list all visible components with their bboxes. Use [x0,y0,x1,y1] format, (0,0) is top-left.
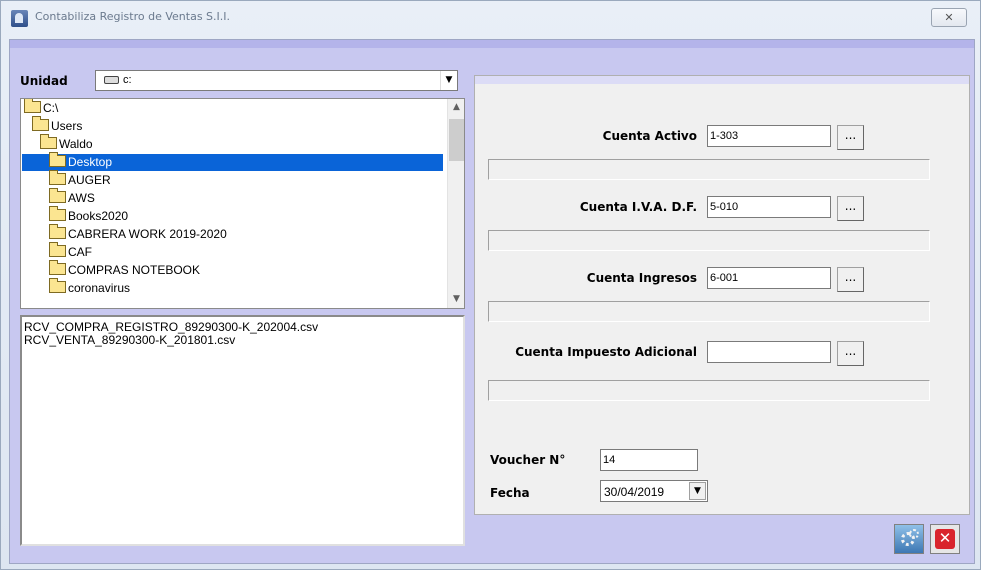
voucher-label: Voucher N° [490,453,566,467]
voucher-input[interactable]: 14 [600,449,698,471]
cuenta-activo-label: Cuenta Activo [602,129,697,143]
app-window: Contabiliza Registro de Ventas S.I.I. ✕ … [0,0,981,570]
file-item[interactable]: RCV_VENTA_89290300-K_201801.csv [24,334,235,347]
cuenta-ingresos-input[interactable]: 6-001 [707,267,831,289]
tree-item-c-root[interactable]: C:\ [24,99,58,117]
cuenta-ingresos-browse-button[interactable]: ... [837,267,864,292]
folder-open-icon [24,99,41,113]
settings-button[interactable] [894,524,924,554]
gear-icon [909,529,919,539]
cuenta-activo-browse-button[interactable]: ... [837,125,864,150]
tree-item-caf[interactable]: CAF [49,242,92,261]
client-header-strip [10,40,974,48]
tree-item-auger[interactable]: AUGER [49,170,111,189]
app-icon [11,10,28,27]
tree-item-books2020[interactable]: Books2020 [49,206,128,225]
cuenta-activo-input[interactable]: 1-303 [707,125,831,147]
title-bar: Contabiliza Registro de Ventas S.I.I. ✕ [1,1,980,35]
tree-scrollbar[interactable]: ▲ ▼ [447,99,464,308]
tree-item-waldo[interactable]: Waldo [40,134,93,153]
cuenta-activo-description [488,159,930,180]
folder-icon [49,224,66,239]
cuenta-impuesto-browse-button[interactable]: ... [837,341,864,366]
tree-item-aws[interactable]: AWS [49,188,95,207]
directory-tree[interactable]: C:\ Users Waldo Desktop AUGER AWS Books2… [20,98,465,309]
cuenta-ingresos-description [488,301,930,322]
cuenta-ingresos-label: Cuenta Ingresos [586,271,697,285]
fecha-date-picker[interactable]: 30/04/2019 ▼ [600,480,708,502]
chevron-down-icon[interactable]: ▼ [689,482,706,500]
chevron-down-icon[interactable]: ▼ [440,71,457,90]
fecha-label: Fecha [490,486,530,500]
cuenta-impuesto-description [488,380,930,401]
tree-item-cabrera-work[interactable]: CABRERA WORK 2019-2020 [49,224,227,243]
accounts-panel: Cuenta Activo 1-303 ... Cuenta I.V.A. D.… [474,75,970,515]
folder-icon [49,170,66,185]
folder-icon [49,206,66,221]
client-area: Unidad c: ▼ C:\ Users Waldo Desktop AUGE… [9,39,975,564]
folder-icon [49,278,66,293]
file-list[interactable]: RCV_COMPRA_REGISTRO_89290300-K_202004.cs… [20,315,465,546]
window-title: Contabiliza Registro de Ventas S.I.I. [35,10,231,23]
folder-open-icon [32,116,49,131]
tree-item-coronavirus[interactable]: coronavirus [49,278,130,297]
drive-select[interactable]: c: ▼ [95,70,458,91]
folder-open-icon [40,134,57,149]
drive-value: c: [123,74,132,86]
fecha-value: 30/04/2019 [604,485,665,499]
folder-icon [49,242,66,257]
cuenta-impuesto-input[interactable] [707,341,831,363]
close-icon: ✕ [935,529,955,549]
tree-item-users[interactable]: Users [32,116,82,135]
scroll-up-icon[interactable]: ▲ [448,99,464,116]
tree-item-compras-notebook[interactable]: COMPRAS NOTEBOOK [49,260,200,279]
panel-header-strip [475,76,969,84]
folder-icon [49,188,66,203]
exit-button[interactable]: ✕ [930,524,960,554]
folder-open-icon [49,152,66,167]
cuenta-impuesto-label: Cuenta Impuesto Adicional [515,345,697,359]
window-close-button[interactable]: ✕ [931,8,967,27]
scroll-thumb[interactable] [449,119,464,161]
tree-item-desktop[interactable]: Desktop [22,152,443,171]
folder-icon [49,260,66,275]
drive-label: Unidad [20,74,68,88]
scroll-down-icon[interactable]: ▼ [448,291,464,308]
cuenta-iva-input[interactable]: 5-010 [707,196,831,218]
cuenta-iva-browse-button[interactable]: ... [837,196,864,221]
cuenta-iva-description [488,230,930,251]
cuenta-iva-label: Cuenta I.V.A. D.F. [579,200,697,214]
hard-drive-icon [104,76,119,84]
